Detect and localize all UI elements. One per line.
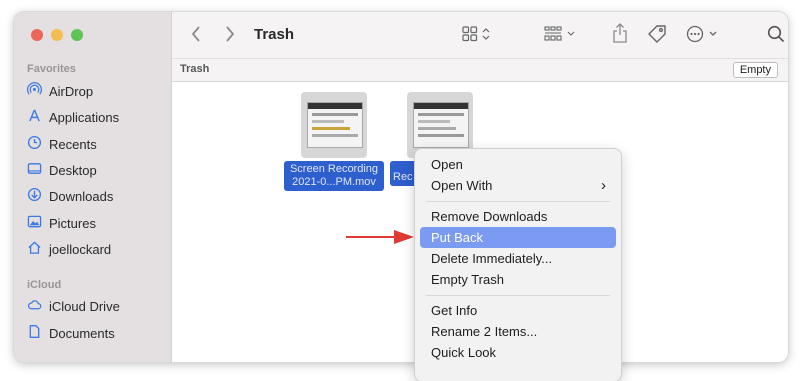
favorites-heading: Favorites bbox=[27, 63, 76, 75]
desktop-icon bbox=[27, 161, 42, 179]
window-title: Trash bbox=[254, 26, 295, 43]
menu-item-remove-downloads[interactable]: Remove Downloads bbox=[420, 206, 616, 227]
menu-item-rename[interactable]: Rename 2 Items... bbox=[420, 321, 616, 342]
document-icon bbox=[27, 324, 42, 342]
forward-icon[interactable] bbox=[224, 25, 236, 43]
toolbar: Trash bbox=[172, 12, 788, 58]
sidebar-item-home[interactable]: joellockard bbox=[27, 238, 111, 260]
sidebar-item-label: Pictures bbox=[49, 215, 96, 231]
menu-item-open-with[interactable]: Open With › bbox=[420, 175, 616, 196]
file-name-line: 2021-0...PM.mov bbox=[292, 176, 376, 188]
menu-item-get-info[interactable]: Get Info bbox=[420, 300, 616, 321]
clock-icon bbox=[27, 135, 42, 153]
zoom-button[interactable] bbox=[71, 29, 83, 41]
file-name-line: Screen Recording bbox=[289, 163, 379, 175]
empty-trash-button[interactable]: Empty bbox=[732, 62, 778, 78]
close-button[interactable] bbox=[31, 29, 43, 41]
home-icon bbox=[27, 240, 42, 258]
sidebar-item-label: Downloads bbox=[49, 188, 114, 204]
sidebar-item-label: Documents bbox=[49, 325, 115, 341]
file-item[interactable]: Screen Recording 2021-0...PM.mov bbox=[284, 92, 384, 191]
cloud-icon bbox=[27, 297, 42, 315]
menu-item-put-back[interactable]: Put Back bbox=[420, 227, 616, 248]
menu-item-quick-look[interactable]: Quick Look bbox=[420, 342, 616, 363]
sidebar-item-pictures[interactable]: Pictures bbox=[27, 212, 96, 234]
path-label: Trash bbox=[180, 63, 210, 75]
icloud-heading: iCloud bbox=[27, 279, 62, 291]
menu-item-delete-immediately[interactable]: Delete Immediately... bbox=[420, 248, 616, 269]
red-arrow-icon bbox=[346, 230, 414, 244]
sidebar-item-label: joellockard bbox=[49, 241, 112, 257]
menu-separator bbox=[426, 201, 610, 202]
file-name-label: Screen Recording 2021-0...PM.mov bbox=[284, 161, 384, 191]
path-bar: Trash Empty bbox=[172, 58, 788, 82]
pictures-icon bbox=[27, 214, 42, 232]
minimize-button[interactable] bbox=[51, 29, 63, 41]
sidebar-item-label: Desktop bbox=[49, 162, 97, 178]
window-controls bbox=[31, 29, 83, 41]
file-name-line: Rec bbox=[393, 171, 413, 183]
applications-icon bbox=[27, 108, 42, 126]
sidebar-item-label: Recents bbox=[49, 136, 97, 152]
video-thumbnail-image bbox=[413, 102, 469, 148]
sidebar-item-desktop[interactable]: Desktop bbox=[27, 159, 97, 181]
finder-window: Favorites AirDrop Applications Recents D… bbox=[14, 12, 788, 362]
download-icon bbox=[27, 187, 42, 205]
sidebar-item-documents[interactable]: Documents bbox=[27, 322, 115, 344]
sidebar-item-label: Applications bbox=[49, 109, 120, 125]
sidebar-item-recents[interactable]: Recents bbox=[27, 133, 97, 155]
share-icon[interactable] bbox=[612, 23, 628, 43]
chevron-right-icon: › bbox=[601, 177, 606, 194]
more-icon[interactable] bbox=[686, 25, 718, 43]
menu-item-label: Open With bbox=[431, 178, 493, 193]
tag-icon[interactable] bbox=[647, 24, 667, 44]
sidebar-item-label: iCloud Drive bbox=[49, 298, 120, 314]
sidebar-item-airdrop[interactable]: AirDrop bbox=[26, 80, 94, 102]
menu-separator bbox=[426, 295, 610, 296]
search-icon[interactable] bbox=[767, 25, 785, 43]
sidebar-item-downloads[interactable]: Downloads bbox=[27, 185, 113, 207]
sidebar-item-applications[interactable]: Applications bbox=[27, 106, 119, 128]
context-menu: Open Open With › Remove Downloads Put Ba… bbox=[415, 149, 621, 381]
menu-item-open[interactable]: Open bbox=[420, 154, 616, 175]
video-thumbnail-image bbox=[307, 102, 363, 148]
view-grid-icon[interactable] bbox=[462, 26, 492, 42]
sidebar-item-icloud-drive[interactable]: iCloud Drive bbox=[27, 295, 120, 317]
file-thumbnail bbox=[301, 92, 367, 158]
sidebar-item-label: AirDrop bbox=[49, 83, 94, 99]
group-icon[interactable] bbox=[544, 26, 578, 42]
back-icon[interactable] bbox=[190, 25, 202, 43]
airdrop-icon bbox=[26, 82, 43, 100]
sidebar: Favorites AirDrop Applications Recents D… bbox=[14, 12, 172, 362]
menu-item-empty-trash[interactable]: Empty Trash bbox=[420, 269, 616, 290]
